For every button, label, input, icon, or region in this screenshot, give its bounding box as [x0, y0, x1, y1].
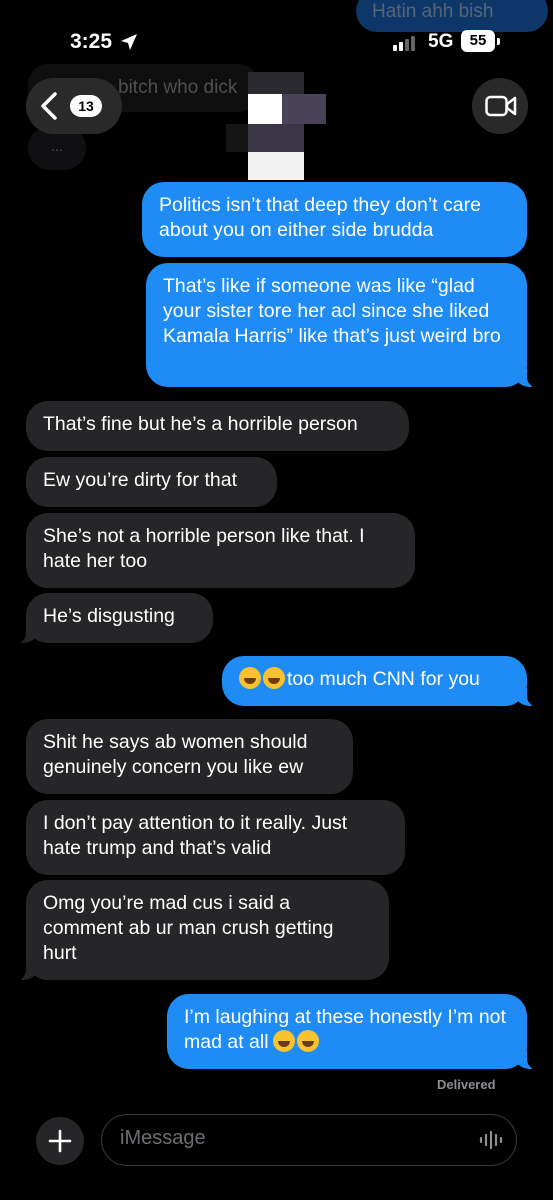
laughing-emoji-icon — [272, 1030, 295, 1052]
message-bubble-outgoing[interactable]: I’m laughing at these honestly I’m not m… — [167, 994, 538, 1070]
message-text: I’m laughing at these honestly I’m not m… — [184, 1006, 506, 1053]
message-bubble-incoming[interactable]: I don’t pay attention to it really. Just… — [26, 800, 405, 875]
message-bubble-incoming[interactable]: Shit he says ab women should genuinely c… — [26, 719, 353, 794]
plus-icon[interactable] — [48, 1129, 72, 1158]
laughing-emoji-icon — [296, 1030, 319, 1052]
message-bubble-incoming[interactable]: That’s fine but he’s a horrible person — [26, 401, 409, 451]
message-bubble-incoming[interactable]: Ew you’re dirty for that — [26, 457, 277, 507]
contact-avatar[interactable] — [226, 72, 326, 180]
background-message-top: Hatin ahh bish — [356, 0, 548, 32]
message-bubble-incoming[interactable]: She’s not a horrible person like that. I… — [26, 513, 415, 588]
message-bubble-outgoing[interactable]: too much CNN for you — [222, 656, 538, 707]
status-time: 3:25 — [70, 30, 113, 53]
signal-icon — [393, 36, 415, 51]
video-camera-icon[interactable] — [485, 95, 517, 122]
message-input-placeholder[interactable]: iMessage — [120, 1127, 206, 1150]
laughing-emoji-icon — [239, 667, 261, 689]
unread-count-badge[interactable]: 13 — [70, 95, 102, 117]
laughing-emoji-icon — [263, 667, 285, 689]
location-arrow-icon — [120, 33, 138, 56]
battery-icon: 55 — [461, 30, 495, 52]
voice-waveform-icon[interactable] — [479, 1130, 503, 1155]
message-bubble-outgoing[interactable]: Politics isn’t that deep they don’t care… — [142, 182, 527, 257]
delivered-status: Delivered — [437, 1077, 496, 1092]
chevron-left-icon[interactable] — [40, 92, 58, 125]
message-bubble-outgoing[interactable]: That’s like if someone was like “glad yo… — [146, 263, 538, 388]
battery-nub — [497, 38, 500, 45]
message-bubble-incoming[interactable]: He’s disgusting — [15, 593, 213, 644]
message-bubble-incoming[interactable]: Omg you’re mad cus i said a comment ab u… — [15, 880, 389, 981]
network-type: 5G — [428, 31, 454, 52]
message-text: too much CNN for you — [287, 668, 480, 690]
